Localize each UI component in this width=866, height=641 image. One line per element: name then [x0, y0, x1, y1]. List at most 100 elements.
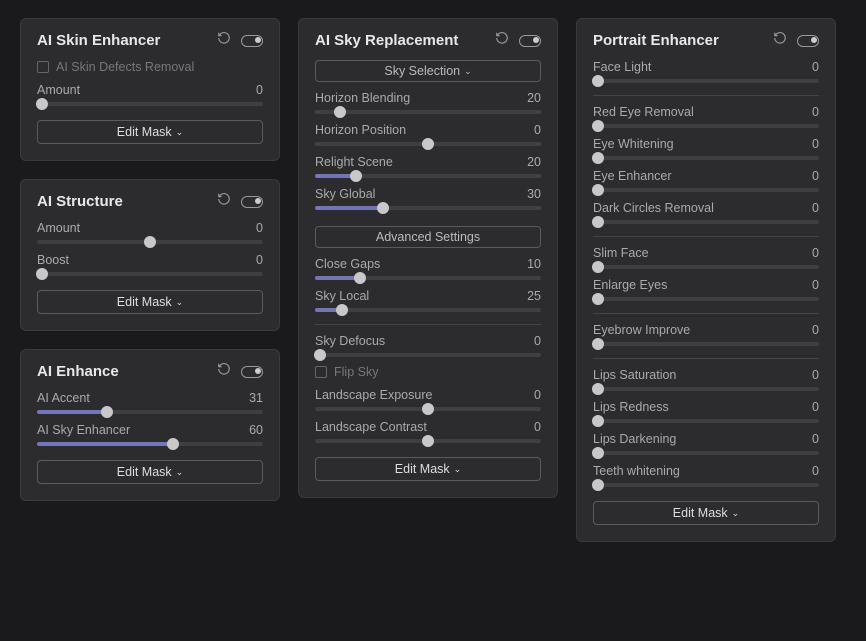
- slider-thumb[interactable]: [36, 268, 48, 280]
- slider-track[interactable]: [593, 297, 819, 301]
- slider-track[interactable]: [37, 442, 263, 446]
- slider-thumb[interactable]: [592, 338, 604, 350]
- slider-thumb[interactable]: [592, 216, 604, 228]
- slider-thumb[interactable]: [377, 202, 389, 214]
- slider-thumb[interactable]: [592, 415, 604, 427]
- slider-track[interactable]: [37, 102, 263, 106]
- slider-row: Red Eye Removal0: [593, 105, 819, 119]
- slider-thumb[interactable]: [422, 403, 434, 415]
- slider-row: AI Accent31: [37, 391, 263, 405]
- slider-label: Sky Defocus: [315, 334, 385, 348]
- slider-value: 25: [527, 289, 541, 303]
- visibility-toggle[interactable]: [241, 366, 263, 378]
- slider-thumb[interactable]: [592, 120, 604, 132]
- slider-track[interactable]: [315, 142, 541, 146]
- slider-track[interactable]: [593, 419, 819, 423]
- slider-track[interactable]: [593, 188, 819, 192]
- slider-track[interactable]: [315, 407, 541, 411]
- sky-selection-button[interactable]: Sky Selection⌄: [315, 60, 541, 82]
- slider-label: Horizon Position: [315, 123, 406, 137]
- slider-track[interactable]: [315, 206, 541, 210]
- reset-icon[interactable]: [217, 31, 231, 50]
- slider-thumb[interactable]: [334, 106, 346, 118]
- slider-track[interactable]: [315, 439, 541, 443]
- slider-track[interactable]: [593, 451, 819, 455]
- advanced-settings-button[interactable]: Advanced Settings: [315, 226, 541, 248]
- slider-track[interactable]: [37, 272, 263, 276]
- slider-thumb[interactable]: [36, 98, 48, 110]
- edit-mask-button[interactable]: Edit Mask⌄: [37, 290, 263, 314]
- slider-label: Face Light: [593, 60, 651, 74]
- slider-track[interactable]: [593, 342, 819, 346]
- slider-value: 0: [812, 278, 819, 292]
- slider-thumb[interactable]: [592, 293, 604, 305]
- slider-row: Close Gaps10: [315, 257, 541, 271]
- slider-track[interactable]: [37, 240, 263, 244]
- slider-thumb[interactable]: [592, 447, 604, 459]
- slider-track[interactable]: [593, 124, 819, 128]
- slider-label: Close Gaps: [315, 257, 380, 271]
- slider-value: 20: [527, 91, 541, 105]
- visibility-toggle[interactable]: [241, 35, 263, 47]
- slider-thumb[interactable]: [592, 479, 604, 491]
- slider-track[interactable]: [593, 220, 819, 224]
- slider-row: Sky Defocus 0: [315, 334, 541, 348]
- edit-mask-button[interactable]: Edit Mask⌄: [593, 501, 819, 525]
- slider-value: 60: [249, 423, 263, 437]
- slider-label: Boost: [37, 253, 69, 267]
- edit-mask-button[interactable]: Edit Mask⌄: [315, 457, 541, 481]
- slider-value: 30: [527, 187, 541, 201]
- edit-mask-button[interactable]: Edit Mask⌄: [37, 460, 263, 484]
- slider-thumb[interactable]: [144, 236, 156, 248]
- slider-track[interactable]: [315, 174, 541, 178]
- slider-track[interactable]: [315, 353, 541, 357]
- reset-icon[interactable]: [495, 31, 509, 50]
- flip-sky-checkbox[interactable]: Flip Sky: [315, 365, 541, 379]
- slider-track[interactable]: [315, 276, 541, 280]
- slider-thumb[interactable]: [592, 75, 604, 87]
- slider-row: Horizon Position 0: [315, 123, 541, 137]
- slider-track[interactable]: [593, 156, 819, 160]
- slider-value: 0: [534, 334, 541, 348]
- slider-thumb[interactable]: [592, 152, 604, 164]
- reset-icon[interactable]: [217, 192, 231, 211]
- slider-track[interactable]: [37, 410, 263, 414]
- slider-label: Amount: [37, 83, 80, 97]
- panel-enhance: AI Enhance AI Accent31AI Sky Enhancer60 …: [20, 349, 280, 501]
- slider-thumb[interactable]: [167, 438, 179, 450]
- slider-track[interactable]: [593, 483, 819, 487]
- slider-row: Amount0: [37, 221, 263, 235]
- slider-track[interactable]: [315, 110, 541, 114]
- slider-label: Sky Local: [315, 289, 369, 303]
- slider-row: Teeth whitening0: [593, 464, 819, 478]
- slider-thumb[interactable]: [314, 349, 326, 361]
- slider-thumb[interactable]: [336, 304, 348, 316]
- slider-label: Slim Face: [593, 246, 649, 260]
- slider-track[interactable]: [593, 265, 819, 269]
- slider-thumb[interactable]: [592, 184, 604, 196]
- slider-row: Sky Global30: [315, 187, 541, 201]
- slider-track[interactable]: [593, 387, 819, 391]
- slider-thumb[interactable]: [350, 170, 362, 182]
- slider-row: Boost0: [37, 253, 263, 267]
- defects-checkbox[interactable]: AI Skin Defects Removal: [37, 60, 263, 74]
- reset-icon[interactable]: [217, 362, 231, 381]
- slider-value: 0: [812, 246, 819, 260]
- slider-label: AI Accent: [37, 391, 90, 405]
- slider-thumb[interactable]: [422, 138, 434, 150]
- slider-value: 0: [534, 123, 541, 137]
- edit-mask-button[interactable]: Edit Mask⌄: [37, 120, 263, 144]
- slider-track[interactable]: [315, 308, 541, 312]
- visibility-toggle[interactable]: [797, 35, 819, 47]
- slider-value: 0: [812, 400, 819, 414]
- slider-thumb[interactable]: [422, 435, 434, 447]
- slider-thumb[interactable]: [354, 272, 366, 284]
- slider-thumb[interactable]: [101, 406, 113, 418]
- slider-thumb[interactable]: [592, 261, 604, 273]
- visibility-toggle[interactable]: [241, 196, 263, 208]
- reset-icon[interactable]: [773, 31, 787, 50]
- slider-thumb[interactable]: [592, 383, 604, 395]
- visibility-toggle[interactable]: [519, 35, 541, 47]
- slider-track[interactable]: [593, 79, 819, 83]
- divider: [593, 236, 819, 237]
